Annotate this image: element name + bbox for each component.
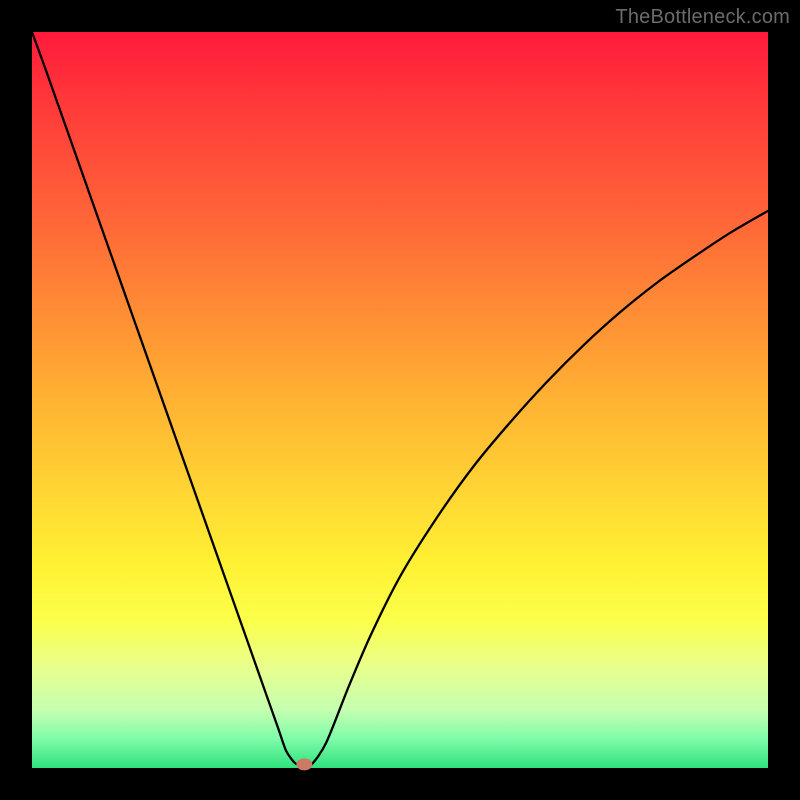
- curve-svg: [32, 32, 768, 768]
- minimum-marker: [296, 758, 312, 770]
- bottleneck-curve: [32, 32, 768, 766]
- watermark-text: TheBottleneck.com: [615, 6, 790, 29]
- plot-area: [32, 32, 768, 768]
- outer-frame: TheBottleneck.com: [0, 0, 800, 800]
